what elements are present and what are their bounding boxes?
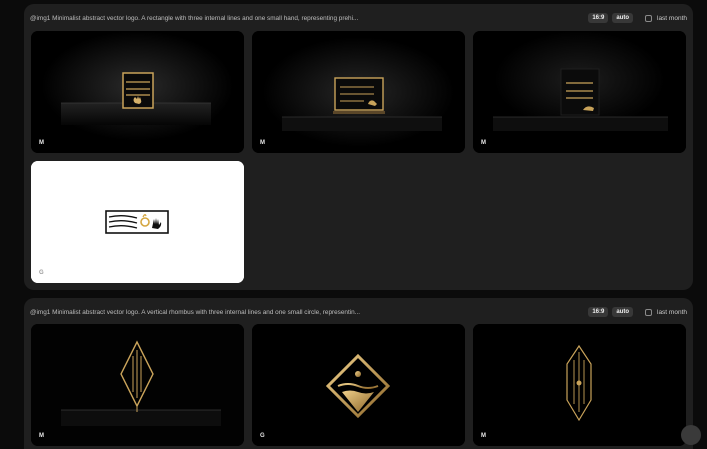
generated-image-4[interactable]: G [31,161,244,283]
logo-render [252,31,465,153]
logo-render [252,324,465,446]
generated-image-3[interactable]: M [473,31,686,153]
generated-image-6[interactable]: G [252,324,465,446]
generated-image-2[interactable]: M [252,31,465,153]
model-icon: G [260,433,265,439]
logo-render [31,161,244,283]
model-icon: M [481,140,486,146]
mode-badge[interactable]: auto [612,307,633,317]
logo-render [31,324,244,446]
last-month-label[interactable]: last month [657,15,687,22]
model-icon: M [39,140,44,146]
last-month-checkbox[interactable] [645,14,652,22]
logo-render [473,31,686,153]
aspect-ratio-badge[interactable]: 16:9 [588,13,609,23]
generated-image-5[interactable]: M [31,324,244,446]
logo-render [473,324,686,446]
model-icon: M [481,433,486,439]
model-icon: G [39,270,44,276]
generation-group-1: @img1 Minimalist abstract vector logo. A… [24,4,693,290]
generation-header: @img1 Minimalist abstract vector logo. A… [30,304,687,320]
model-icon: M [39,433,44,439]
logo-render [31,31,244,153]
last-month-label[interactable]: last month [657,309,687,316]
aspect-ratio-badge[interactable]: 16:9 [588,307,609,317]
scroll-to-top-button[interactable] [681,425,701,445]
generation-group-2: @img1 Minimalist abstract vector logo. A… [24,298,693,449]
generated-image-1[interactable]: M [31,31,244,153]
generation-header: @img1 Minimalist abstract vector logo. A… [30,10,687,26]
last-month-checkbox[interactable] [645,308,652,316]
generated-image-7[interactable]: M [473,324,686,446]
prompt-text[interactable]: @img1 Minimalist abstract vector logo. A… [30,309,584,316]
mode-badge[interactable]: auto [612,13,633,23]
prompt-text[interactable]: @img1 Minimalist abstract vector logo. A… [30,15,584,22]
model-icon: M [260,140,265,146]
